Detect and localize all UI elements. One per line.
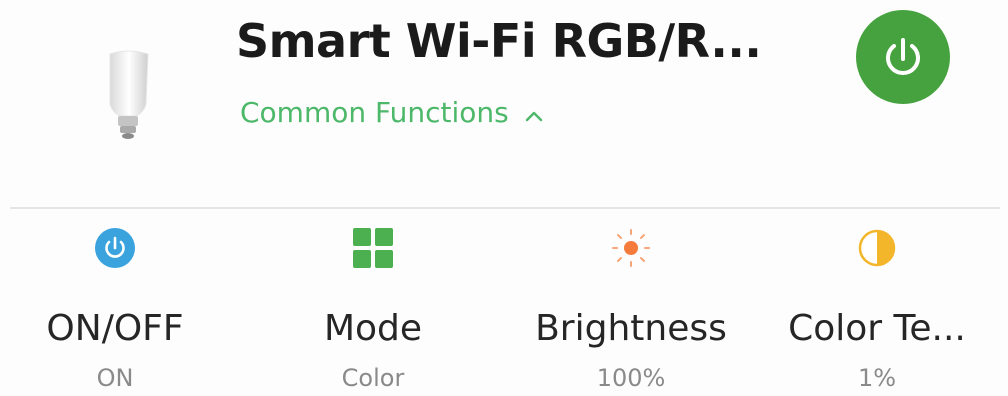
sun-icon <box>605 222 657 274</box>
power-icon <box>89 222 141 274</box>
common-functions-label: Common Functions <box>240 96 509 129</box>
grid-icon <box>347 222 399 274</box>
power-icon <box>886 38 920 75</box>
function-label: ON/OFF <box>46 308 184 349</box>
chevron-up-icon <box>523 102 545 124</box>
contrast-icon <box>851 222 903 274</box>
common-functions-toggle[interactable]: Common Functions <box>240 96 545 129</box>
function-label: Brightness <box>535 308 727 349</box>
divider <box>10 207 1000 209</box>
device-title: Smart Wi-Fi RGB/R... <box>236 14 762 68</box>
function-tile-mode[interactable]: Mode Color <box>258 220 488 396</box>
light-bulb-icon <box>96 46 160 142</box>
function-value: 100% <box>596 364 666 392</box>
function-tile-color-temp[interactable]: Color Te... 1% <box>762 220 992 396</box>
function-label: Mode <box>323 308 423 349</box>
function-value: ON <box>96 364 134 392</box>
function-tile-brightness[interactable]: Brightness 100% <box>516 220 746 396</box>
function-value: 1% <box>857 364 897 392</box>
function-tile-on-off[interactable]: ON/OFF ON <box>0 220 230 396</box>
function-label: Color Te... <box>788 308 966 349</box>
function-value: Color <box>341 364 405 392</box>
device-panel: Smart Wi-Fi RGB/R... Common Functions ON… <box>0 0 1008 396</box>
main-power-button[interactable] <box>856 10 950 104</box>
